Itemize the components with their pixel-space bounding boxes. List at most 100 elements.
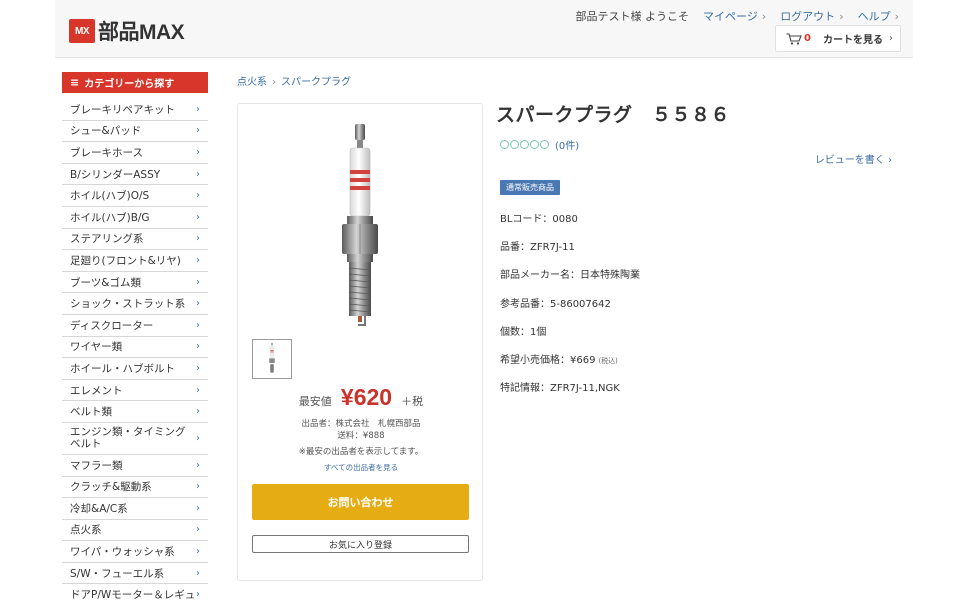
lowest-seller-note: ※最安の出品者を表示してます。 (298, 447, 424, 457)
product-card: 最安値 ¥620 ＋税 出品者：株式会社 札幌西部品 送料：¥888 ※最安の出… (237, 103, 483, 581)
help-link[interactable]: ヘルプ › (858, 8, 899, 24)
rating-stars (500, 140, 549, 149)
product-title: スパークプラグ ５５８６ (496, 104, 731, 126)
review-count-link[interactable]: (0件) (555, 137, 579, 152)
page: MX 部品MAX 部品テスト様 ようこそ マイページ › ログアウト › ヘルプ › … (0, 0, 968, 605)
chevron-right-icon: › (196, 524, 200, 536)
breadcrumb-spark-plug[interactable]: スパークプラグ (281, 77, 351, 88)
chevron-right-icon: › (761, 10, 767, 23)
logo-text: 部品MAX (98, 21, 185, 44)
sidebar-item-wiper-washer[interactable]: ワイパ・ウォッシャ系 › (62, 541, 208, 563)
status-badge: 通常販売商品 (500, 180, 560, 195)
sidebar-item-engine-timing-belt[interactable]: エンジン類・タイミングベルト › (62, 423, 208, 455)
chevron-right-icon: › (888, 33, 893, 44)
cart-count: 0 (804, 33, 811, 44)
chevron-right-icon: › (196, 168, 200, 180)
chevron-right-icon: › (196, 103, 200, 115)
add-favorite-button[interactable]: お気に入り登録 (252, 535, 469, 553)
star-empty-icon (530, 140, 539, 149)
sidebar-item-suspension[interactable]: 足廻り(フロント&リヤ) › (62, 250, 208, 272)
product-specs: BLコード：0080 品番：ZFR7J-11 部品メーカー名：日本特殊陶業 参考… (500, 210, 640, 407)
price-row: 最安値 ¥620 ＋税 (238, 384, 484, 411)
view-cart-button[interactable]: 0 カートを見る › (775, 25, 901, 52)
seller-info: 出品者：株式会社 札幌西部品 送料：¥888 (238, 418, 484, 442)
spec-reference-number: 参考品番：5-86007642 (500, 298, 611, 310)
breadcrumb: 点火系 › スパークプラグ (237, 73, 351, 88)
sidebar-item-boots-rubber[interactable]: ブーツ&ゴム類 › (62, 272, 208, 294)
chevron-right-icon: › (888, 155, 892, 166)
cart-icon (786, 32, 802, 45)
sidebar-item-ignition[interactable]: 点火系 › (62, 520, 208, 542)
chevron-right-icon: › (894, 10, 899, 23)
top-navigation: 部品テスト様 ようこそ マイページ › ログアウト › ヘルプ › (576, 8, 900, 24)
chevron-right-icon: › (196, 319, 200, 331)
sidebar-item-switch-fuel[interactable]: S/W・フューエル系 › (62, 563, 208, 585)
sidebar-item-disc-rotor[interactable]: ディスクローター › (62, 315, 208, 337)
category-header: ≡ カテゴリーから探す (62, 72, 208, 93)
chevron-right-icon: › (196, 384, 200, 396)
chevron-right-icon: › (196, 211, 200, 223)
sidebar-item-clutch-drive[interactable]: クラッチ&駆動系 › (62, 477, 208, 499)
product-image (320, 118, 400, 338)
star-empty-icon (540, 140, 549, 149)
price-value: ¥620 (340, 384, 393, 410)
chevron-right-icon: › (196, 502, 200, 514)
site-header: MX 部品MAX 部品テスト様 ようこそ マイページ › ログアウト › ヘルプ › … (55, 0, 913, 58)
shipping-fee: 送料：¥888 (337, 431, 385, 441)
chevron-right-icon: › (196, 362, 200, 374)
sidebar-item-belts[interactable]: ベルト類 › (62, 401, 208, 423)
chevron-right-icon: › (196, 406, 200, 418)
breadcrumb-separator-icon: › (272, 77, 276, 88)
sidebar-item-element[interactable]: エレメント › (62, 380, 208, 402)
sidebar-item-shoe-pad[interactable]: シュー&パッド › (62, 121, 208, 143)
sidebar-item-wires[interactable]: ワイヤー類 › (62, 337, 208, 359)
sidebar-item-wheel-bolt[interactable]: ホイール・ハブボルト › (62, 358, 208, 380)
lowest-price-label: 最安値 (298, 395, 332, 408)
spec-retail-price: 希望小売価格：¥669 (税込) (500, 354, 618, 366)
sidebar-item-muffler[interactable]: マフラー類 › (62, 455, 208, 477)
chevron-right-icon: › (196, 254, 200, 266)
sidebar-item-brake-hose[interactable]: ブレーキホース › (62, 142, 208, 164)
star-empty-icon (500, 140, 509, 149)
cart-label: カートを見る (822, 35, 883, 46)
sidebar-item-shock-strut[interactable]: ショック・ストラット系 › (62, 293, 208, 315)
breadcrumb-ignition[interactable]: 点火系 (237, 77, 267, 88)
chevron-right-icon: › (196, 298, 200, 310)
star-empty-icon (520, 140, 529, 149)
chevron-right-icon: › (196, 190, 200, 202)
site-logo[interactable]: MX 部品MAX (69, 16, 185, 46)
seller-name: 出品者：株式会社 札幌西部品 (301, 419, 421, 429)
category-list: ブレーキリペアキット › シュー&パッド › ブレーキホース › B/シリンダーASS… (62, 99, 208, 605)
chevron-right-icon: › (196, 233, 200, 245)
sidebar-item-cylinder-assy[interactable]: B/シリンダーASSY › (62, 164, 208, 186)
mypage-link[interactable]: マイページ › (703, 8, 766, 24)
sidebar-item-hub-bg[interactable]: ホイル(ハブ)B/G › (62, 207, 208, 229)
spec-notes: 特記情報：ZFR7J-11,NGK (500, 383, 620, 395)
sidebar-item-cooling-ac[interactable]: 冷却&A/C系 › (62, 498, 208, 520)
spec-part-number: 品番：ZFR7J-11 (500, 242, 575, 254)
product-thumbnail[interactable] (252, 339, 292, 379)
chevron-right-icon: › (196, 589, 200, 601)
spec-manufacturer: 部品メーカー名：日本特殊陶業 (500, 270, 640, 282)
spec-quantity: 個数：1個 (500, 326, 547, 338)
price-tax-label: ＋税 (401, 395, 424, 408)
all-sellers-link[interactable]: すべての出品者を見る (238, 462, 484, 473)
logout-link[interactable]: ログアウト › (780, 8, 843, 24)
category-sidebar: ≡ カテゴリーから探す ブレーキリペアキット › シュー&パッド › ブレーキホース… (62, 72, 208, 605)
sidebar-item-steering[interactable]: ステアリング系 › (62, 229, 208, 251)
chevron-right-icon: › (196, 546, 200, 558)
chevron-right-icon: › (196, 567, 200, 579)
chevron-right-icon: › (196, 276, 200, 288)
star-empty-icon (510, 140, 519, 149)
welcome-message: 部品テスト様 ようこそ (575, 10, 690, 23)
rating: (0件) (500, 137, 579, 152)
tax-included-note: (税込) (598, 356, 618, 365)
category-title: カテゴリーから探す (84, 79, 175, 90)
inquiry-button[interactable]: お問い合わせ (252, 484, 469, 520)
spec-bl-code: BLコード：0080 (500, 214, 578, 225)
sidebar-item-brake-repair-kit[interactable]: ブレーキリペアキット › (62, 99, 208, 121)
chevron-right-icon: › (839, 10, 844, 23)
sidebar-item-door-motor[interactable]: ドアP/Wモーター＆レギュ › (62, 584, 208, 605)
write-review-link[interactable]: レビューを書く › (815, 151, 892, 166)
sidebar-item-hub-os[interactable]: ホイル(ハブ)O/S › (62, 185, 208, 207)
